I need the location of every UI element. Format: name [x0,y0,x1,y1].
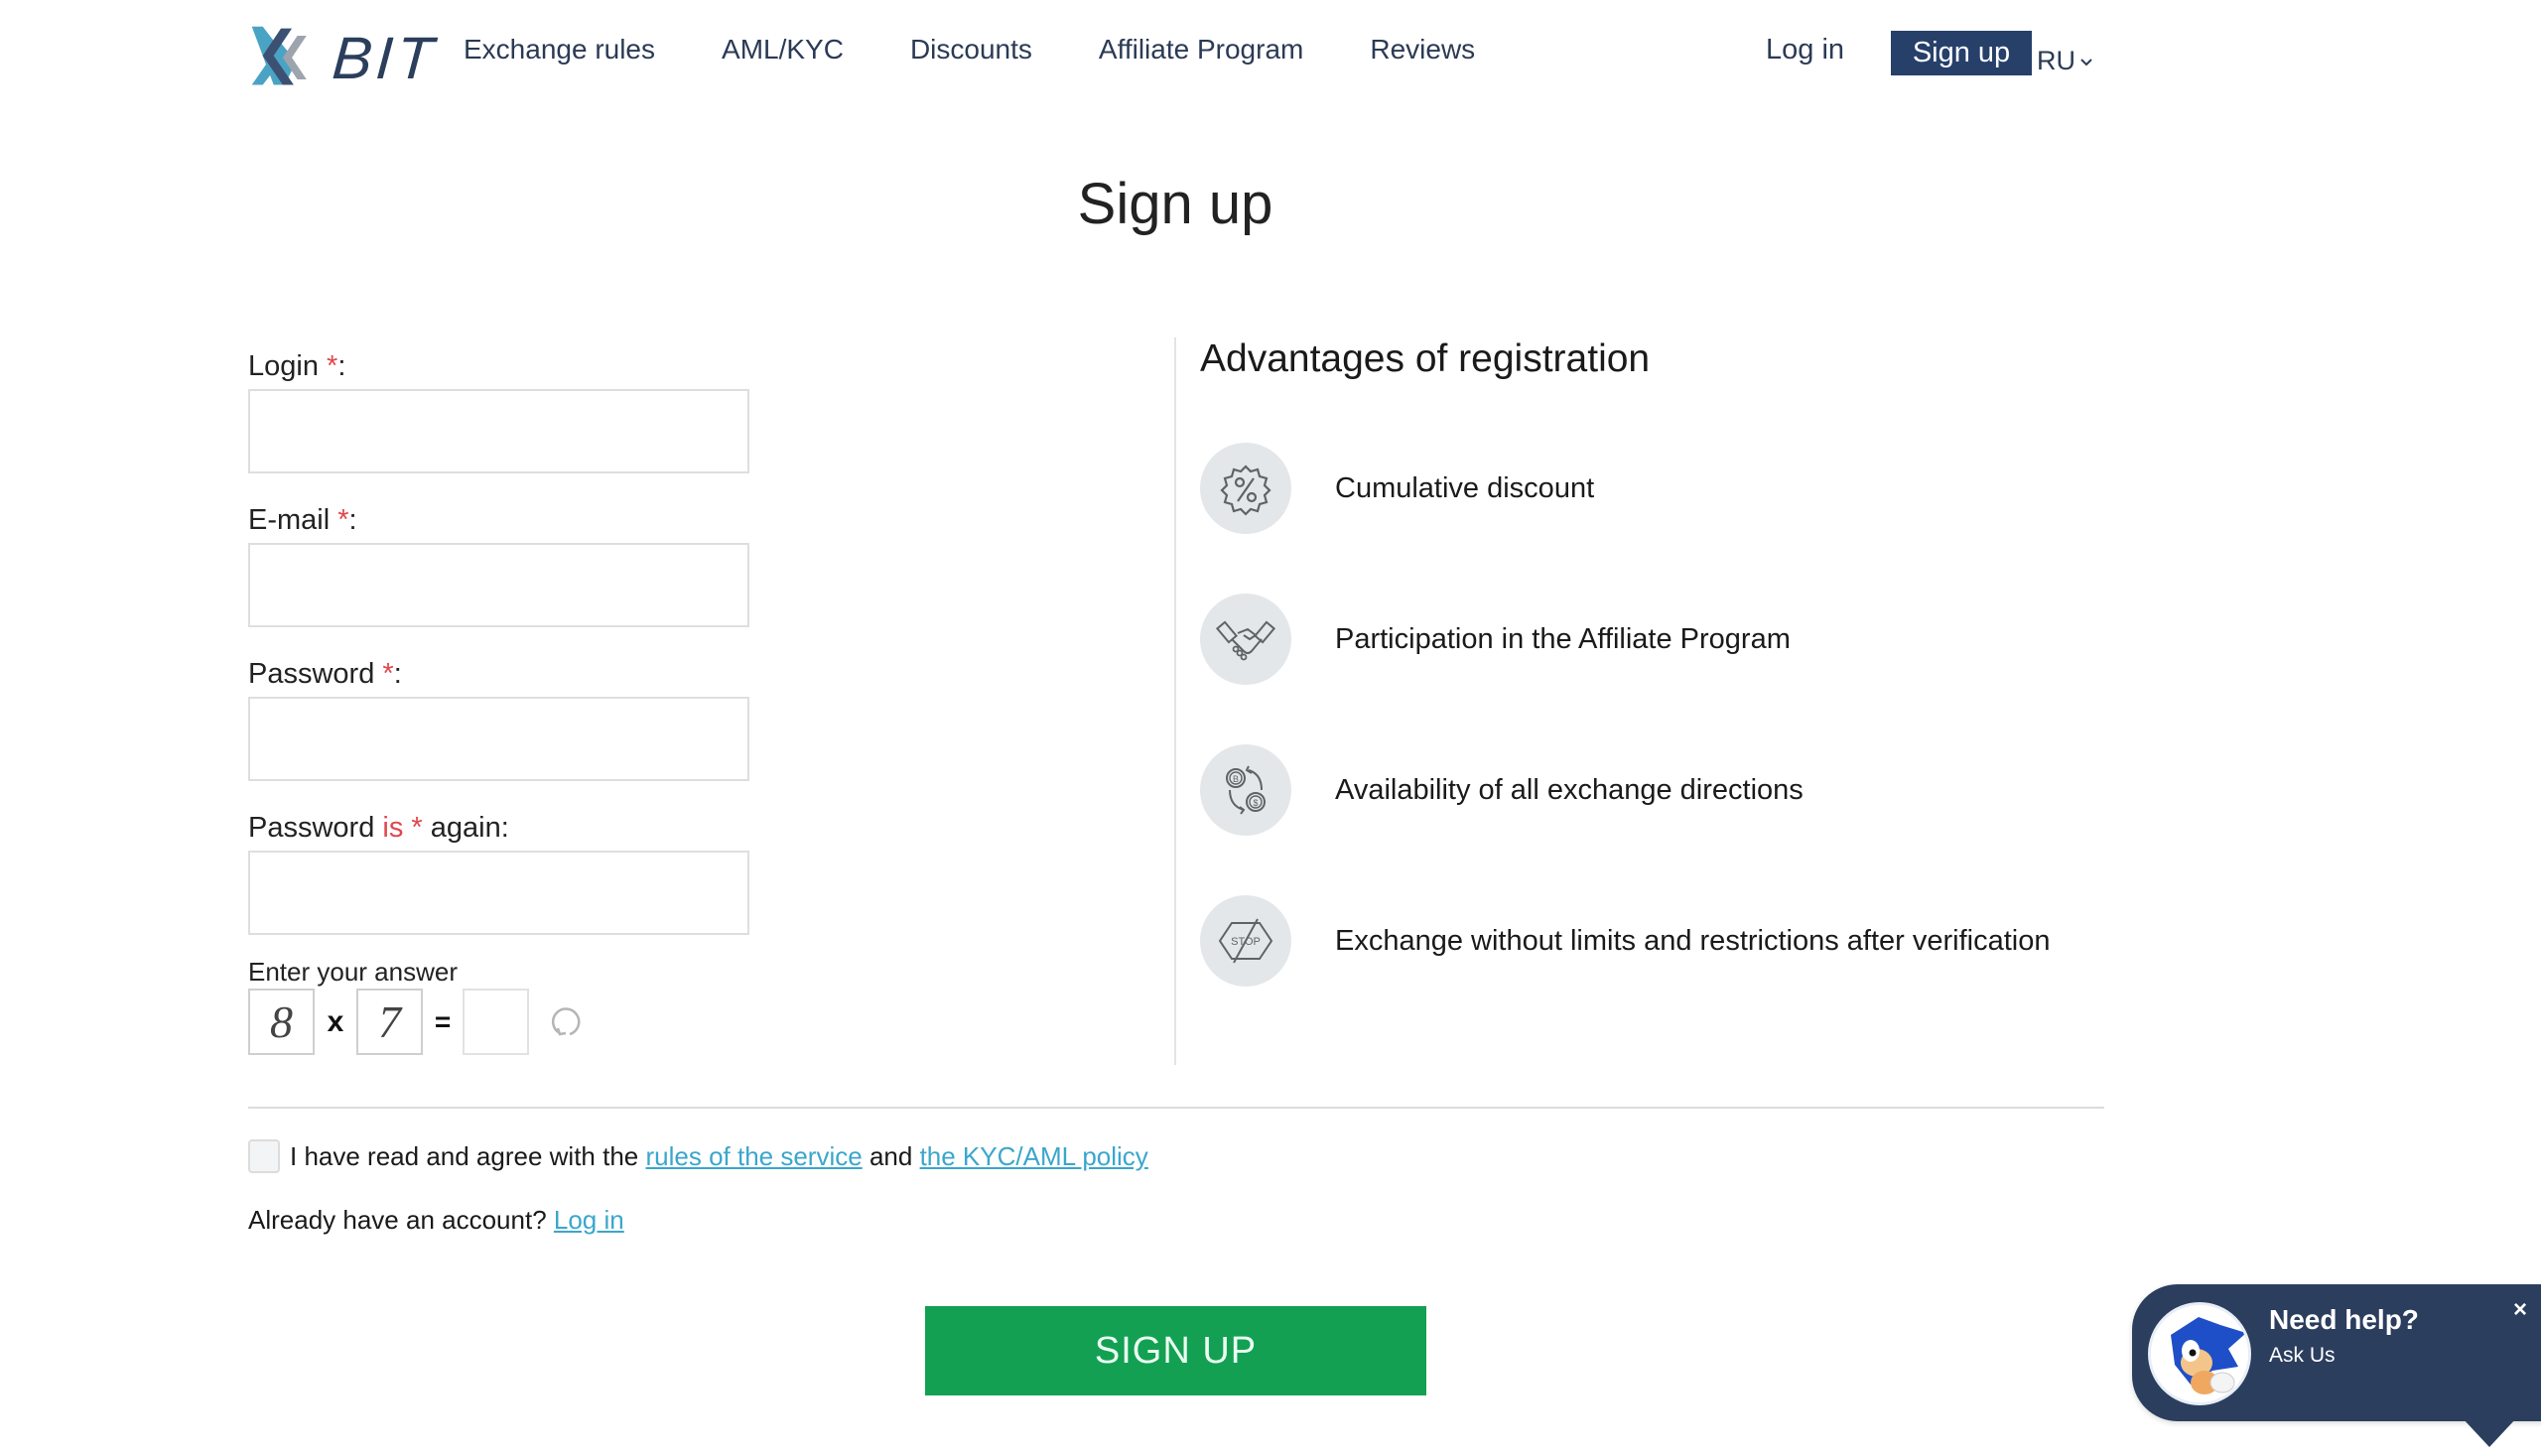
refresh-icon[interactable] [546,1002,586,1042]
language-selector[interactable]: RU [2037,46,2093,76]
captcha-operator: x [327,1004,344,1038]
header-signup-button[interactable]: Sign up [1891,31,2032,75]
main-nav: Exchange rules AML/KYC Discounts Affilia… [464,34,1541,66]
nav-affiliate-program[interactable]: Affiliate Program [1099,34,1303,66]
login-input[interactable] [248,389,749,473]
help-title: Need help? [2269,1304,2419,1335]
discount-badge-icon [1200,443,1291,534]
email-input[interactable] [248,543,749,627]
kyc-aml-policy-link[interactable]: the KYC/AML policy [920,1141,1148,1172]
advantages-title: Advantages of registration [1200,337,1651,380]
logo-x-icon [251,26,307,85]
help-subtitle: Ask Us [2269,1344,2336,1367]
advantage-item: Cumulative discount [1200,443,2153,534]
exchange-coins-icon: B $ [1200,744,1291,836]
advantage-item: B $ Availability of all exchange directi… [1200,744,2153,836]
close-icon[interactable]: × [2513,1296,2527,1324]
column-divider [1174,337,1176,1065]
login-link[interactable]: Log in [554,1205,624,1235]
advantages-list: Cumulative discount Participation in the… [1200,443,2153,987]
support-avatar [2148,1302,2251,1405]
password-label: Password *: [248,658,402,690]
password-confirm-input[interactable] [248,851,749,935]
advantage-text: Cumulative discount [1335,471,1595,504]
chevron-down-icon [2079,55,2093,72]
signup-form: Login *: E-mail *: Password *: Password … [248,347,764,1055]
svg-text:B: B [1233,774,1239,784]
login-label: Login *: [248,350,346,382]
language-label: RU [2037,46,2075,75]
captcha: 8 x 7 = [248,989,764,1055]
help-widget-tail [2462,1417,2517,1447]
email-label: E-mail *: [248,504,357,536]
handshake-icon [1200,594,1291,685]
site-header: BIT Exchange rules AML/KYC Discounts Aff… [0,0,2541,114]
logo-text: BIT [330,24,440,91]
already-have-account: Already have an account? Log in [248,1205,624,1235]
advantage-text: Availability of all exchange directions [1335,773,1804,806]
password-confirm-label: Password is * again: [248,812,509,844]
required-asterisk: * [411,812,423,844]
rules-of-service-link[interactable]: rules of the service [645,1141,862,1172]
signup-submit-button[interactable]: SIGN UP [925,1306,1426,1395]
header-login-link[interactable]: Log in [1766,34,1844,66]
section-divider [248,1107,2104,1109]
advantage-item: STOP Exchange without limits and restric… [1200,895,2153,987]
page-title: Sign up [1077,172,1273,236]
advantage-item: Participation in the Affiliate Program [1200,594,2153,685]
required-asterisk: * [337,504,349,536]
captcha-equals: = [434,1005,452,1037]
captcha-label: Enter your answer [248,957,458,987]
no-stop-sign-icon: STOP [1200,895,1291,987]
nav-exchange-rules[interactable]: Exchange rules [464,34,655,66]
svg-text:$: $ [1253,798,1258,808]
advantages-panel: Advantages of registration Cumulative di… [1200,333,2153,1046]
required-asterisk: * [382,658,394,690]
captcha-answer-input[interactable] [463,989,529,1055]
advantage-text: Participation in the Affiliate Program [1335,622,1791,655]
password-input[interactable] [248,697,749,781]
terms-checkbox[interactable] [248,1139,280,1173]
required-asterisk: * [327,350,338,382]
captcha-operand-1: 8 [248,989,315,1055]
help-chat-widget[interactable]: Need help? Ask Us × [2132,1284,2541,1421]
nav-discounts[interactable]: Discounts [910,34,1032,66]
terms-agreement: I have read and agree with the rules of … [248,1139,1148,1173]
captcha-operand-2: 7 [356,989,423,1055]
advantage-text: Exchange without limits and restrictions… [1335,924,2051,957]
logo[interactable]: BIT [248,22,440,93]
nav-aml-kyc[interactable]: AML/KYC [722,34,844,66]
nav-reviews[interactable]: Reviews [1370,34,1475,66]
